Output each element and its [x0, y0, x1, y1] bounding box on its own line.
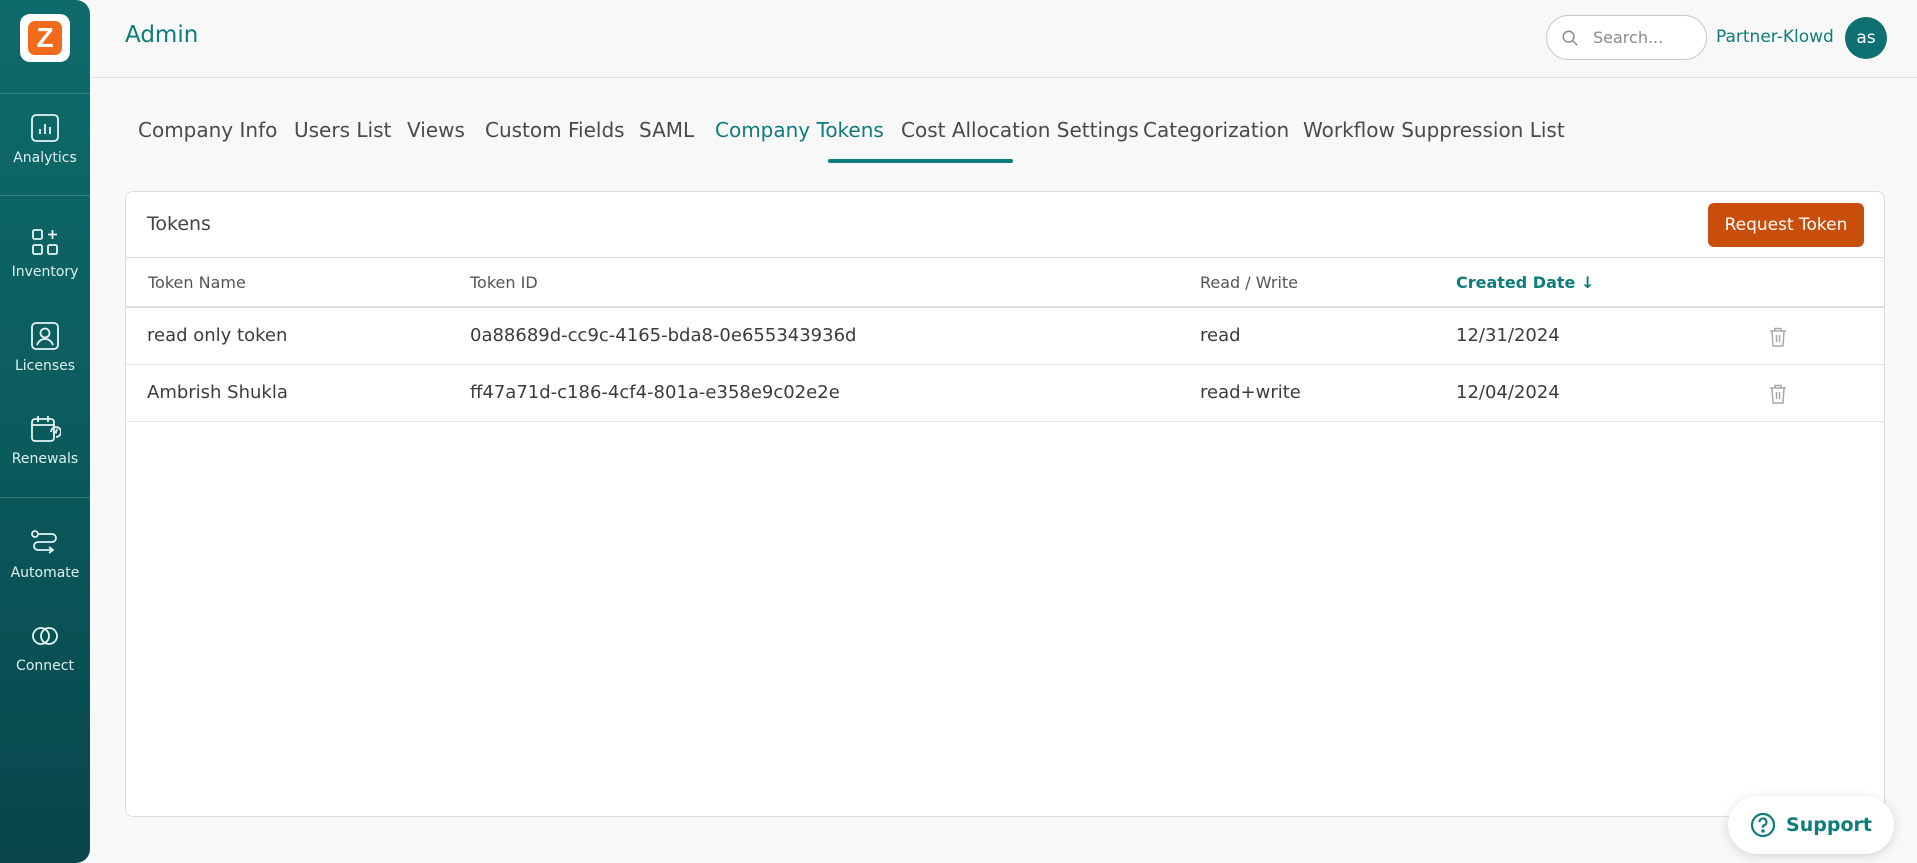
analytics-icon [31, 114, 59, 142]
tab-custom-fields[interactable]: Custom Fields [485, 118, 625, 168]
tab-saml[interactable]: SAML [639, 118, 694, 168]
partner-name[interactable]: Partner-Klowd [1716, 27, 1834, 47]
sidebar-divider [0, 195, 90, 196]
sidebar-divider [0, 497, 90, 498]
support-label: Support [1786, 814, 1872, 836]
sidebar-item-label: Analytics [13, 150, 77, 166]
sidebar-item-label: Renewals [11, 451, 79, 467]
sidebar-item-analytics[interactable]: Analytics [0, 112, 90, 192]
trash-icon[interactable] [1768, 326, 1788, 348]
table-row: read only token 0a88689d-cc9c-4165-bda8-… [126, 308, 1884, 365]
support-button[interactable]: Support [1728, 796, 1894, 854]
search-icon [1562, 30, 1578, 46]
connect-icon [32, 627, 58, 645]
avatar[interactable]: as [1845, 17, 1887, 59]
token-permission: read+write [1200, 382, 1301, 403]
trash-icon[interactable] [1768, 383, 1788, 405]
tab-users-list[interactable]: Users List [294, 118, 391, 168]
token-name: Ambrish Shukla [147, 382, 288, 403]
sidebar-item-connect[interactable]: Connect [0, 620, 90, 700]
top-header: Admin Partner-Klowd as [90, 0, 1917, 78]
request-token-button[interactable]: Request Token [1708, 203, 1864, 247]
sidebar-item-automate[interactable]: Automate [0, 527, 90, 607]
tab-workflow-suppression-list[interactable]: Workflow Suppression List [1303, 118, 1565, 168]
column-header-label: Created Date [1456, 273, 1576, 292]
search-input[interactable] [1593, 28, 1693, 47]
licenses-icon [31, 322, 59, 350]
sidebar-item-inventory[interactable]: Inventory [0, 226, 90, 306]
table-row: Ambrish Shukla ff47a71d-c186-4cf4-801a-e… [126, 365, 1884, 422]
sidebar: Z Analytics Inventory Licenses Renewals … [0, 0, 90, 863]
token-permission: read [1200, 325, 1241, 346]
sidebar-item-label: Connect [16, 658, 74, 674]
automate-icon [31, 530, 57, 554]
column-header-token-name[interactable]: Token Name [148, 273, 246, 292]
column-header-created-date[interactable]: Created Date ↓ [1456, 273, 1594, 292]
column-header-read-write[interactable]: Read / Write [1200, 273, 1298, 292]
token-created-date: 12/04/2024 [1456, 382, 1560, 403]
tab-categorization[interactable]: Categorization [1143, 118, 1289, 168]
token-created-date: 12/31/2024 [1456, 325, 1560, 346]
app-logo[interactable]: Z [20, 14, 70, 62]
tab-views[interactable]: Views [407, 118, 465, 168]
tokens-card-header: Tokens Request Token [126, 192, 1884, 258]
tab-company-info[interactable]: Company Info [138, 118, 277, 168]
inventory-icon [32, 229, 58, 255]
tokens-title: Tokens [147, 213, 211, 235]
token-id: ff47a71d-c186-4cf4-801a-e358e9c02e2e [470, 382, 840, 403]
sidebar-item-label: Automate [10, 565, 80, 581]
logo-mark: Z [28, 21, 62, 55]
column-header-token-id[interactable]: Token ID [470, 273, 538, 292]
search-box[interactable] [1546, 15, 1707, 60]
table-header: Token Name Token ID Read / Write Created… [126, 258, 1884, 308]
token-name: read only token [147, 325, 288, 346]
sidebar-divider [0, 93, 90, 94]
page-title: Admin [125, 22, 199, 48]
sidebar-item-label: Inventory [11, 264, 79, 280]
sidebar-item-renewals[interactable]: Renewals [0, 413, 90, 493]
token-id: 0a88689d-cc9c-4165-bda8-0e655343936d [470, 325, 857, 346]
tokens-card: Tokens Request Token Token Name Token ID… [125, 191, 1885, 817]
active-tab-indicator [828, 159, 1013, 163]
sidebar-item-label: Licenses [14, 358, 76, 374]
help-circle-icon [1750, 812, 1776, 838]
sort-desc-icon: ↓ [1580, 273, 1595, 292]
renewals-icon [31, 416, 61, 442]
sidebar-item-licenses[interactable]: Licenses [0, 320, 90, 400]
